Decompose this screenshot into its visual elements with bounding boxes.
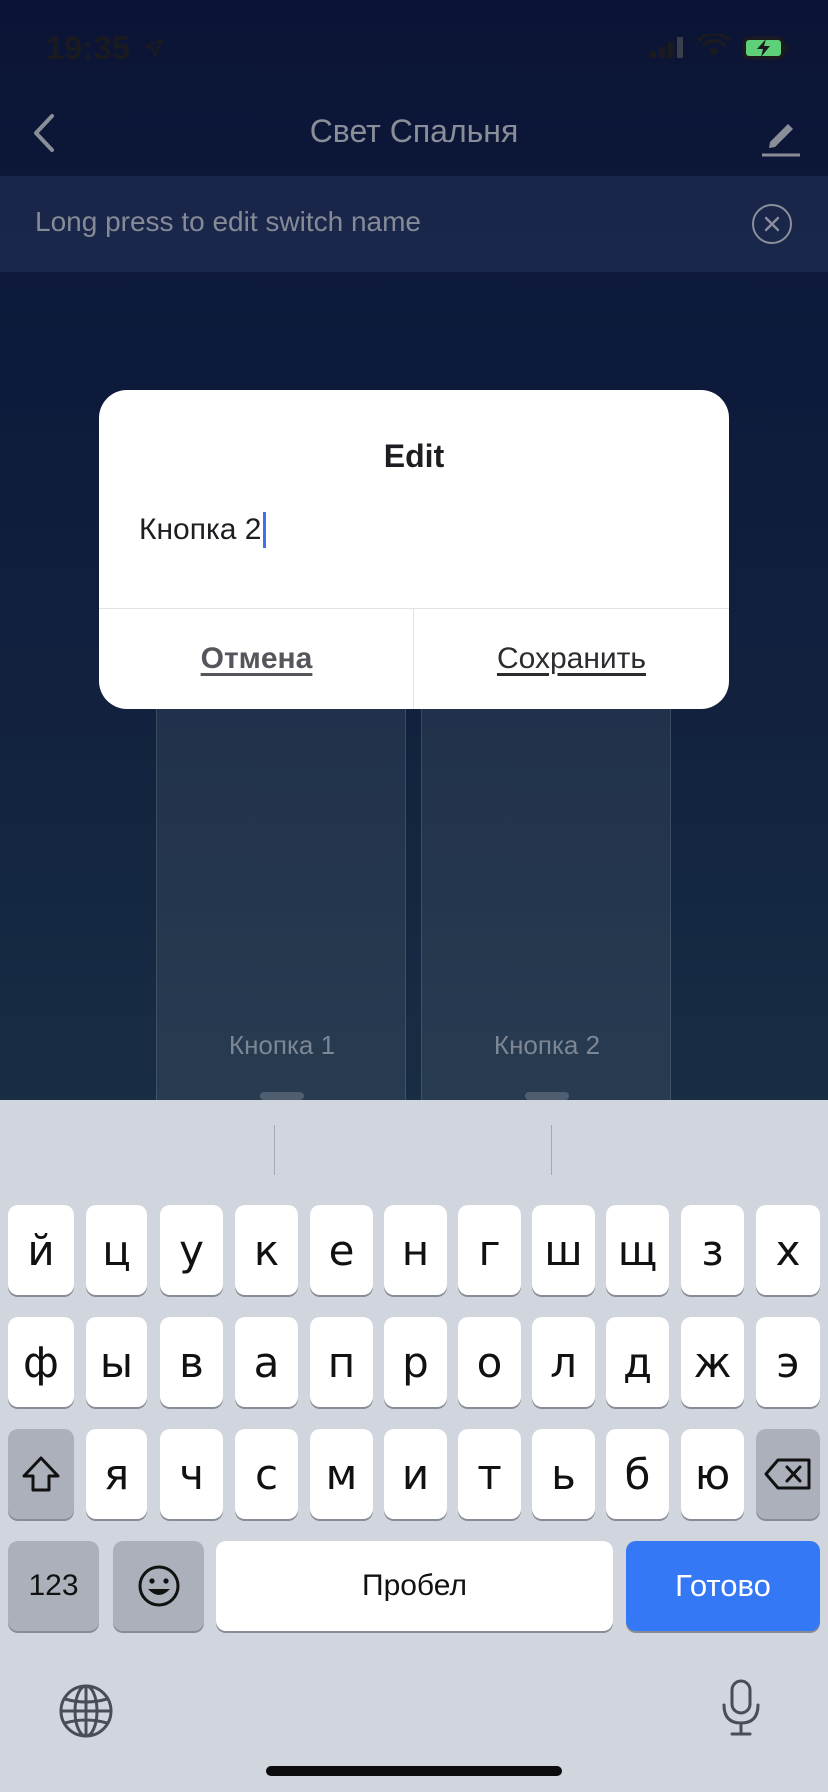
key[interactable]: м xyxy=(310,1429,373,1519)
suggestion-divider xyxy=(274,1125,275,1175)
key[interactable]: п xyxy=(310,1317,373,1407)
key[interactable]: у xyxy=(160,1205,223,1295)
save-button[interactable]: Сохранить xyxy=(414,609,729,709)
name-input-value: Кнопка 2 xyxy=(139,513,262,546)
page-title: Свет Спальня xyxy=(309,113,519,149)
microphone-icon[interactable] xyxy=(719,1678,763,1738)
key[interactable]: е xyxy=(310,1205,373,1295)
dialog-title: Edit xyxy=(383,438,445,474)
space-key[interactable]: Пробел xyxy=(216,1541,613,1631)
suggestion-divider xyxy=(551,1125,552,1175)
key[interactable]: л xyxy=(532,1317,595,1407)
key[interactable]: в xyxy=(160,1317,223,1407)
key[interactable]: ц xyxy=(86,1205,147,1295)
key[interactable]: ы xyxy=(86,1317,147,1407)
key[interactable]: ж xyxy=(681,1317,744,1407)
pencil-icon[interactable] xyxy=(758,112,804,158)
backspace-icon xyxy=(764,1458,811,1490)
switch-handle xyxy=(260,1092,304,1100)
key[interactable]: ь xyxy=(532,1429,595,1519)
key[interactable]: ш xyxy=(532,1205,595,1295)
key[interactable]: а xyxy=(235,1317,298,1407)
key[interactable]: э xyxy=(756,1317,820,1407)
battery-charging-icon xyxy=(742,36,789,60)
key[interactable]: ю xyxy=(681,1429,744,1519)
key[interactable]: щ xyxy=(606,1205,669,1295)
text-caret xyxy=(263,512,267,548)
key[interactable]: н xyxy=(384,1205,447,1295)
edit-dialog: Edit Кнопка 2 Отмена Сохранить xyxy=(99,390,729,709)
key[interactable]: г xyxy=(458,1205,521,1295)
key[interactable]: я xyxy=(86,1429,147,1519)
key[interactable]: ч xyxy=(160,1429,223,1519)
name-input[interactable]: Кнопка 2 xyxy=(139,512,267,548)
globe-icon[interactable] xyxy=(58,1683,114,1739)
switch-handle xyxy=(525,1092,569,1100)
switch-panel-1[interactable]: Кнопка 1 xyxy=(156,700,406,1100)
close-circle-icon[interactable] xyxy=(752,204,792,244)
app-screen: 19:35 Свет Спальня Long press to edit sw… xyxy=(0,0,828,1792)
status-bar: 19:35 xyxy=(0,0,828,100)
key[interactable]: ф xyxy=(8,1317,74,1407)
shift-key[interactable] xyxy=(8,1429,74,1519)
emoji-key[interactable] xyxy=(113,1541,204,1631)
key[interactable]: х xyxy=(756,1205,820,1295)
key[interactable]: и xyxy=(384,1429,447,1519)
key[interactable]: р xyxy=(384,1317,447,1407)
cancel-button[interactable]: Отмена xyxy=(99,609,414,709)
switch-label: Кнопка 2 xyxy=(493,1030,601,1060)
switch-panel-2[interactable]: Кнопка 2 xyxy=(421,700,671,1100)
key[interactable]: к xyxy=(235,1205,298,1295)
wifi-icon xyxy=(698,34,730,56)
key[interactable]: з xyxy=(681,1205,744,1295)
key[interactable]: о xyxy=(458,1317,521,1407)
hint-text: Long press to edit switch name xyxy=(35,206,421,237)
done-key[interactable]: Готово xyxy=(626,1541,820,1631)
emoji-icon xyxy=(138,1565,179,1607)
home-indicator[interactable] xyxy=(266,1766,562,1776)
shift-icon xyxy=(22,1456,60,1492)
key[interactable]: б xyxy=(606,1429,669,1519)
keyboard: й ц у к е н г ш щ з х ф ы в а п р о л д … xyxy=(0,1100,828,1792)
switch-label: Кнопка 1 xyxy=(228,1030,336,1060)
key[interactable]: с xyxy=(235,1429,298,1519)
numbers-key[interactable]: 123 xyxy=(8,1541,99,1631)
location-arrow-icon xyxy=(144,38,164,58)
signal-icon xyxy=(650,37,683,58)
backspace-key[interactable] xyxy=(756,1429,820,1519)
key[interactable]: д xyxy=(606,1317,669,1407)
key[interactable]: т xyxy=(458,1429,521,1519)
key[interactable]: й xyxy=(8,1205,74,1295)
status-time: 19:35 xyxy=(46,30,131,66)
